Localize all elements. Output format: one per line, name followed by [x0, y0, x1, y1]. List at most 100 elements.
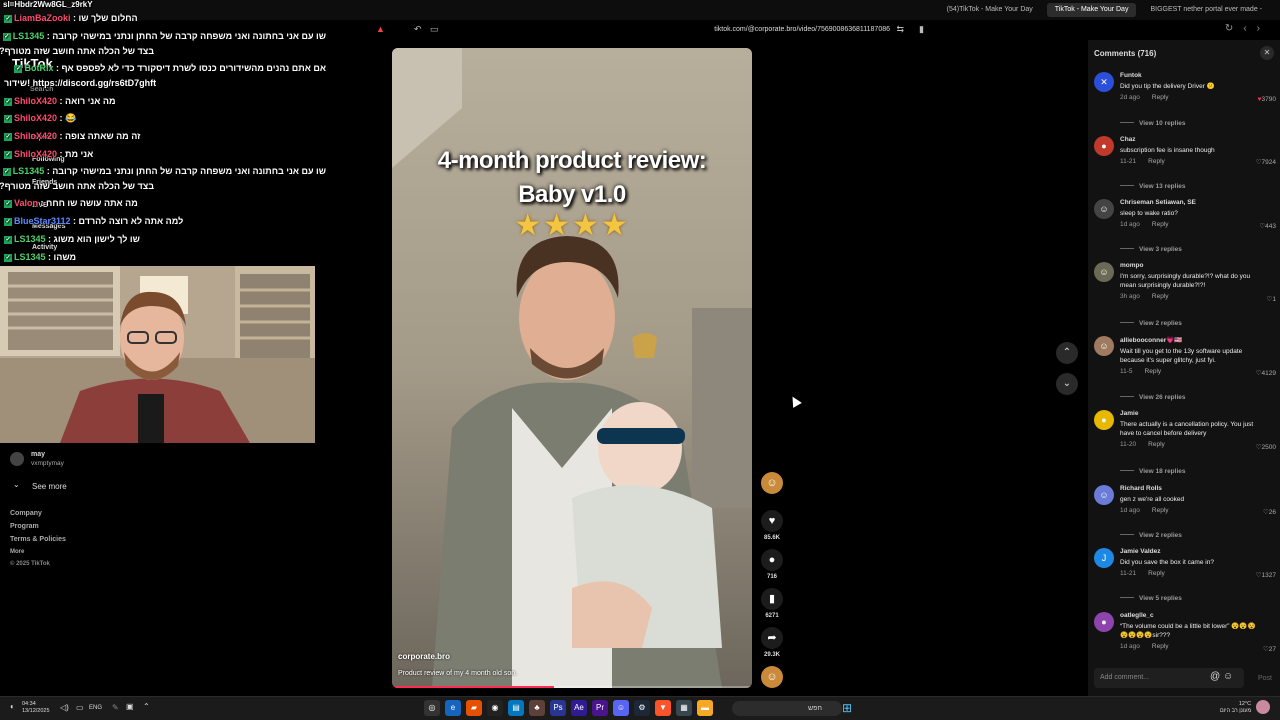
tray-app-icon[interactable]: ▣: [126, 702, 134, 711]
photoshop-icon[interactable]: Ps: [550, 700, 566, 716]
store-icon[interactable]: ▦: [676, 700, 692, 716]
avatar[interactable]: ●: [1094, 136, 1114, 156]
previous-video-button[interactable]: ⌃: [1056, 342, 1078, 364]
view-replies-button[interactable]: View 26 replies: [1120, 394, 1186, 401]
view-replies-button[interactable]: View 2 replies: [1120, 320, 1182, 327]
network-icon[interactable]: ▭: [76, 703, 84, 712]
avatar[interactable]: ✕: [1094, 72, 1114, 92]
avatar[interactable]: J: [1094, 548, 1114, 568]
back-icon[interactable]: ↶: [414, 24, 422, 35]
avatar[interactable]: ☺: [1094, 485, 1114, 505]
share-button[interactable]: ➦ 29.3K: [758, 627, 786, 658]
steam-icon[interactable]: ⚙: [634, 700, 650, 716]
notification-icon[interactable]: ◐: [10, 702, 15, 711]
reply-button[interactable]: Reply: [1148, 570, 1165, 577]
brave-icon[interactable]: ▼: [655, 700, 671, 716]
browser-tab[interactable]: (54)TikTok - Make Your Day: [939, 3, 1041, 17]
forward-arrow-icon[interactable]: ›: [1257, 23, 1260, 34]
comment-like-button[interactable]: ♡7924: [1256, 158, 1276, 166]
app-icon[interactable]: ♣: [529, 700, 545, 716]
following-account[interactable]: may vxmptymay: [10, 450, 310, 472]
avatar[interactable]: [1256, 700, 1270, 714]
video-progress-bar[interactable]: [392, 686, 752, 688]
mention-icon[interactable]: @: [1210, 671, 1220, 682]
url-text[interactable]: tiktok.com/@corporate.bro/video/75690086…: [714, 26, 890, 33]
comment-button[interactable]: ● 716: [758, 549, 786, 580]
discord-icon[interactable]: ☺: [613, 700, 629, 716]
reload-icon[interactable]: ↻: [1225, 23, 1233, 34]
premiere-icon[interactable]: Pr: [592, 700, 608, 716]
taskbar-clock[interactable]: 04:34 13/12/2025: [22, 701, 50, 715]
volume-icon[interactable]: ◁): [60, 703, 69, 712]
sound-avatar[interactable]: ☺: [758, 666, 786, 688]
reply-button[interactable]: Reply: [1152, 507, 1169, 514]
avatar[interactable]: ●: [1094, 612, 1114, 632]
footer-link-more[interactable]: More: [10, 549, 310, 555]
bookmark-icon[interactable]: ▮: [919, 24, 924, 35]
save-button[interactable]: ▮ 6271: [758, 588, 786, 619]
comment-like-button[interactable]: ♡4129: [1256, 369, 1276, 377]
comment-like-button[interactable]: ♡1327: [1256, 571, 1276, 579]
view-replies-button[interactable]: View 18 replies: [1120, 468, 1186, 475]
video-author[interactable]: corporate.bro: [398, 652, 450, 661]
view-replies-button[interactable]: View 5 replies: [1120, 595, 1182, 602]
comment-username[interactable]: Funtok: [1120, 72, 1260, 79]
comment-like-button[interactable]: ♡1: [1267, 295, 1276, 303]
video-player[interactable]: 4-month product review: Baby v1.0 ★★★★ c…: [392, 48, 752, 688]
comment-username[interactable]: oatleglle_c: [1120, 612, 1260, 619]
comment-username[interactable]: Jamie Valdez: [1120, 548, 1260, 555]
taskbar-search[interactable]: חפש: [732, 701, 842, 716]
reply-button[interactable]: Reply: [1148, 441, 1165, 448]
comment-username[interactable]: Richard Rolls: [1120, 485, 1260, 492]
reply-button[interactable]: Reply: [1148, 158, 1165, 165]
view-replies-button[interactable]: View 3 replies: [1120, 246, 1182, 253]
avatar[interactable]: ☺: [1094, 199, 1114, 219]
app-icon[interactable]: ◎: [424, 700, 440, 716]
view-replies-button[interactable]: View 13 replies: [1120, 183, 1186, 190]
comment-like-button[interactable]: ♡2500: [1256, 443, 1276, 451]
app-icon[interactable]: ▰: [466, 700, 482, 716]
reply-button[interactable]: Reply: [1152, 221, 1169, 228]
comment-like-button[interactable]: ♡26: [1263, 508, 1276, 516]
like-button[interactable]: ♥ 85.6K: [758, 510, 786, 541]
creator-avatar[interactable]: ☺: [758, 472, 786, 494]
next-video-button[interactable]: ⌄: [1056, 373, 1078, 395]
weather-widget[interactable]: 12°C מעונן רב היום: [1220, 701, 1251, 715]
comment-like-button[interactable]: ♡27: [1263, 645, 1276, 653]
footer-link-program[interactable]: Program: [10, 523, 310, 530]
reply-button[interactable]: Reply: [1152, 643, 1169, 650]
folder-icon[interactable]: ▬: [697, 700, 713, 716]
see-more-button[interactable]: ⌄ See more: [10, 476, 310, 500]
comment-username[interactable]: alliebooconner💗🇺🇸: [1120, 336, 1260, 344]
sidebar-item-activity[interactable]: Activity: [32, 244, 57, 251]
translate-icon[interactable]: ⇆: [896, 24, 904, 35]
warning-icon[interactable]: ▲: [376, 24, 385, 34]
post-button[interactable]: Post: [1258, 675, 1272, 682]
comment-like-button[interactable]: ♡443: [1259, 222, 1276, 230]
obs-icon[interactable]: ◉: [487, 700, 503, 716]
avatar[interactable]: ●: [1094, 410, 1114, 430]
language-indicator[interactable]: ENG: [89, 705, 102, 711]
browser-tab-active[interactable]: TikTok - Make Your Day: [1046, 3, 1137, 17]
footer-link-company[interactable]: Company: [10, 510, 310, 517]
browser-edge-icon[interactable]: e: [445, 700, 461, 716]
windows-start-icon[interactable]: ⊞: [842, 701, 852, 715]
reply-button[interactable]: Reply: [1152, 293, 1169, 300]
window-icon[interactable]: ▭: [430, 24, 439, 35]
comment-like-button[interactable]: ♥3790: [1258, 96, 1276, 103]
comment-username[interactable]: Chriseman Setiawan, SE: [1120, 199, 1260, 206]
after-effects-icon[interactable]: Ae: [571, 700, 587, 716]
comment-username[interactable]: Chaz: [1120, 136, 1260, 143]
view-replies-button[interactable]: View 2 replies: [1120, 532, 1182, 539]
avatar[interactable]: ☺: [1094, 262, 1114, 282]
footer-link-terms[interactable]: Terms & Policies: [10, 536, 310, 543]
address-bar[interactable]: ▲ ↶ ▭ tiktok.com/@corporate.bro/video/75…: [370, 21, 930, 39]
comment-username[interactable]: Jamie: [1120, 410, 1260, 417]
pen-icon[interactable]: ✎: [112, 703, 119, 712]
chevron-up-icon[interactable]: ⌃: [143, 702, 150, 711]
reply-button[interactable]: Reply: [1145, 368, 1162, 375]
back-arrow-icon[interactable]: ‹: [1243, 23, 1246, 34]
comment-username[interactable]: mompo: [1120, 262, 1260, 269]
browser-tab[interactable]: BIGGEST nether portal ever made -: [1142, 3, 1270, 17]
emoji-icon[interactable]: ☺: [1223, 671, 1233, 682]
